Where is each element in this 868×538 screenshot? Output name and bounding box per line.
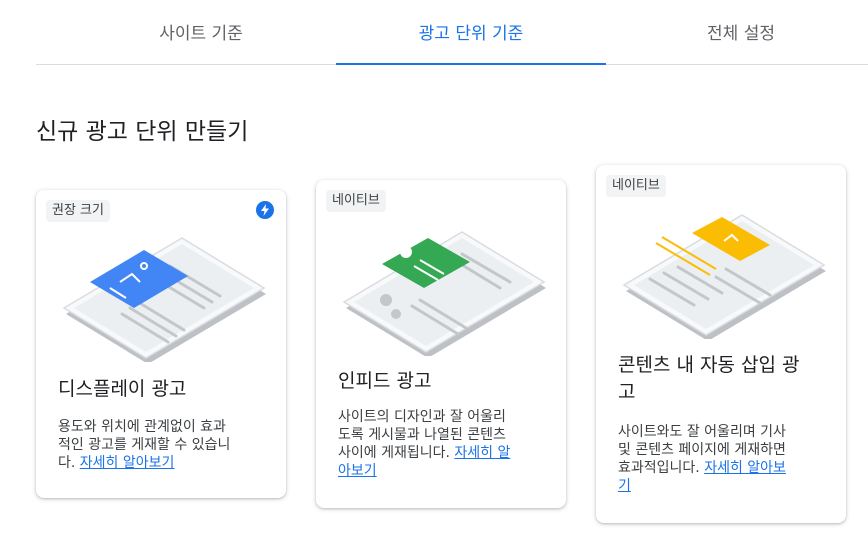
page-title: 신규 광고 단위 만들기	[36, 119, 249, 145]
learn-more-link[interactable]: 자세히 알아보기	[80, 455, 175, 471]
tab-site[interactable]: 사이트 기준	[76, 0, 326, 64]
learn-more-link-cont[interactable]: 아보기	[338, 463, 377, 479]
in-article-ad-illustration-icon	[622, 214, 826, 339]
active-tab-indicator	[336, 63, 606, 65]
native-chip: 네이티브	[606, 175, 666, 197]
tab-ad-unit[interactable]: 광고 단위 기준	[346, 0, 596, 64]
tab-global-settings[interactable]: 전체 설정	[616, 0, 866, 64]
display-ad-illustration-icon	[62, 237, 266, 362]
bolt-icon	[256, 201, 274, 219]
tab-bar: 사이트 기준 광고 단위 기준 전체 설정	[36, 0, 868, 65]
display-ad-card[interactable]: 권장 크기 디스플레이 광고 용도와 위치에 관계없이 효과 적인 광고를 게재…	[36, 190, 286, 498]
in-feed-ad-card[interactable]: 네이티브 인피드 광고 사이트의 디자인과 잘 어울리 도록 게시물과 나열된	[316, 180, 566, 508]
card-description: 용도와 위치에 관계없이 효과 적인 광고를 게재할 수 있습니 다. 자세히 …	[58, 419, 231, 471]
in-article-ad-card[interactable]: 네이티브 콘텐츠 내 자동 삽입 광 고 사이트와도 잘 어울리며 기사 및 콘…	[596, 165, 846, 523]
card-title: 디스플레이 광고	[58, 378, 187, 400]
learn-more-link[interactable]: 자세히 알	[454, 445, 510, 461]
learn-more-link[interactable]: 자세히 알아보	[704, 460, 786, 476]
learn-more-link-cont[interactable]: 기	[618, 478, 631, 494]
card-title: 인피드 광고	[338, 370, 432, 392]
card-title: 콘텐츠 내 자동 삽입 광 고	[618, 354, 800, 403]
in-feed-ad-illustration-icon	[342, 231, 546, 356]
card-description: 사이트의 디자인과 잘 어울리 도록 게시물과 나열된 콘텐츠 사이에 게재됩니…	[338, 409, 511, 479]
native-chip: 네이티브	[326, 190, 386, 212]
card-description: 사이트와도 잘 어울리며 기사 및 콘텐츠 페이지에 게재하면 효과적입니다. …	[618, 424, 786, 494]
recommended-size-chip: 권장 크기	[46, 200, 110, 222]
